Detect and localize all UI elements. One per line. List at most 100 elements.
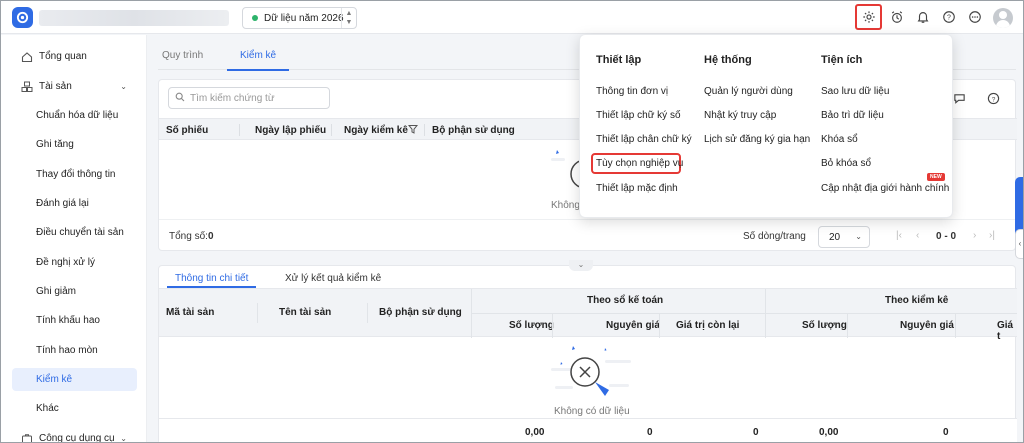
column-divider (424, 124, 425, 136)
column-divider (552, 313, 553, 338)
menu-maintenance[interactable]: Bảo trì dữ liệu (821, 110, 884, 121)
next-page-icon[interactable]: › (973, 230, 976, 241)
col-qty-check[interactable]: Số lượng (802, 320, 847, 331)
totals-row: 0,00 0 0 0,00 0 (159, 418, 1017, 442)
sidebar-item-tools[interactable]: Công cụ dụng cụ ⌄ (12, 427, 137, 442)
last-page-icon[interactable]: ›| (989, 230, 995, 241)
menu-digital-signature[interactable]: Thiết lập chữ ký số (596, 110, 681, 121)
svg-text:?: ? (947, 15, 951, 22)
page-range: 0 - 0 (936, 231, 957, 242)
chevron-down-icon: ⌄ (855, 232, 862, 241)
sidebar-item-change-info[interactable]: Thay đổi thông tin (12, 163, 137, 186)
app-logo[interactable] (12, 7, 33, 28)
chevron-up-icon: ⌄ (120, 82, 127, 91)
year-selector[interactable]: Dữ liệu năm 2026 ▲ ▼ (242, 7, 357, 29)
sidebar: Tổng quan Tài sản ⌄ Chuẩn hóa dữ liệu Gh… (1, 35, 147, 442)
sidebar-item-label: Đánh giá lại (36, 198, 89, 209)
first-page-icon[interactable]: |‹ (896, 230, 902, 241)
search-input[interactable]: Tìm kiếm chứng từ (168, 87, 330, 109)
menu-unit-info[interactable]: Thông tin đơn vị (596, 86, 668, 97)
menu-lock-books[interactable]: Khóa sổ (821, 134, 858, 145)
year-stepper-icon[interactable]: ▲ ▼ (341, 8, 356, 28)
col-department[interactable]: Bộ phận sử dụng (379, 307, 462, 318)
total-value: 0 (208, 231, 214, 242)
tab-detail-info[interactable]: Thông tin chi tiết (167, 270, 257, 288)
menu-signature-footer[interactable]: Thiết lập chân chữ ký (596, 134, 692, 145)
col-qty[interactable]: Số lượng (509, 320, 554, 331)
svg-text:?: ? (991, 96, 995, 103)
sidebar-item-revaluation[interactable]: Đánh giá lại (12, 192, 137, 215)
home-icon (20, 50, 34, 64)
total-label: Tổng số: (169, 231, 208, 242)
sidebar-item-amortization[interactable]: Tính hao mòn (12, 339, 137, 362)
collapse-chevron-icon[interactable]: ⌄ (569, 260, 593, 271)
tools-icon (20, 432, 34, 442)
active-tab-indicator (227, 69, 289, 71)
list-footer: Tổng số: 0 Số dòng/trang 20 ⌄ |‹ ‹ 0 - 0… (159, 219, 1017, 251)
sidebar-item-label: Thay đổi thông tin (36, 169, 116, 180)
col-remaining-value[interactable]: Giá trị còn lại (676, 320, 739, 331)
more-icon[interactable] (965, 7, 985, 27)
app-window: Dữ liệu năm 2026 ▲ ▼ ? Tổng quan Tài sản … (0, 0, 1024, 443)
total-qty-check: 0,00 (819, 427, 839, 438)
detail-card: ⌄ Thông tin chi tiết Xử lý kết quả kiểm … (158, 260, 1017, 442)
group-by-book: Theo sổ kế toán (587, 295, 664, 306)
column-divider (659, 313, 660, 338)
menu-update-boundaries[interactable]: Cập nhật địa giới hành chính (821, 183, 949, 194)
tab-inventory-result[interactable]: Xử lý kết quả kiểm kê (277, 270, 389, 288)
menu-renewal-history[interactable]: Lịch sử đăng ký gia hạn (704, 134, 810, 145)
sidebar-item-transfer[interactable]: Điều chuyển tài sản (12, 221, 137, 244)
heading-utilities: Tiện ích (821, 54, 863, 66)
col-department[interactable]: Bộ phận sử dụng (432, 125, 515, 136)
boxes-icon (20, 80, 34, 94)
col-remaining-check[interactable]: Giá t (997, 320, 1017, 342)
status-dot (252, 15, 258, 21)
alarm-clock-icon[interactable] (887, 7, 907, 27)
sidebar-item-label: Chuẩn hóa dữ liệu (36, 110, 119, 121)
bell-icon[interactable] (913, 7, 933, 27)
sidebar-item-inventory[interactable]: Kiểm kê (12, 368, 137, 391)
prev-page-icon[interactable]: ‹ (916, 230, 919, 241)
help-icon[interactable]: ? (939, 7, 959, 27)
sidebar-item-other[interactable]: Khác (12, 397, 137, 420)
col-asset-code[interactable]: Mã tài sản (166, 307, 214, 318)
sidebar-item-overview[interactable]: Tổng quan (12, 45, 137, 68)
user-avatar[interactable] (993, 8, 1013, 28)
tab-inventory[interactable]: Kiểm kê (240, 50, 276, 61)
menu-default-settings[interactable]: Thiết lập mặc định (596, 183, 678, 194)
sidebar-item-label: Kiểm kê (36, 374, 73, 385)
menu-backup[interactable]: Sao lưu dữ liệu (821, 86, 889, 97)
menu-unlock-books[interactable]: Bỏ khóa sổ (821, 158, 871, 169)
menu-business-options[interactable]: Tùy chọn nghiệp vụ (596, 158, 683, 169)
heading-settings: Thiết lập (596, 54, 642, 66)
sidebar-item-label: Ghi tăng (36, 139, 74, 150)
column-divider (239, 124, 240, 136)
col-cost-check[interactable]: Nguyên giá (900, 320, 954, 331)
gear-icon[interactable] (859, 7, 879, 27)
col-created-date[interactable]: Ngày lập phiếu (255, 125, 326, 136)
filter-icon[interactable] (407, 124, 419, 137)
sidebar-item-disposal-request[interactable]: Đề nghị xử lý (12, 251, 137, 274)
sidebar-item-normalize[interactable]: Chuẩn hóa dữ liệu (12, 104, 137, 127)
col-cost[interactable]: Nguyên giá (606, 320, 660, 331)
rows-per-page-select[interactable]: 20 ⌄ (818, 226, 870, 248)
sidebar-item-assets[interactable]: Tài sản ⌄ (12, 75, 137, 98)
sidebar-item-label: Đề nghị xử lý (36, 257, 95, 268)
sidebar-item-increase[interactable]: Ghi tăng (12, 133, 137, 156)
col-check-date[interactable]: Ngày kiểm kê (344, 125, 408, 136)
chevron-left-icon[interactable]: ‹ (1015, 229, 1023, 259)
help-icon[interactable]: ? (983, 88, 1003, 108)
tab-process[interactable]: Quy trình (162, 50, 203, 61)
sidebar-item-decrease[interactable]: Ghi giảm (12, 280, 137, 303)
menu-access-log[interactable]: Nhật ký truy cập (704, 110, 776, 121)
col-asset-name[interactable]: Tên tài sản (279, 307, 331, 318)
menu-user-management[interactable]: Quản lý người dùng (704, 86, 793, 97)
col-voucher-no[interactable]: Số phiếu (166, 125, 208, 136)
sidebar-item-label: Tổng quan (39, 51, 87, 62)
rows-per-page-value: 20 (829, 232, 841, 243)
empty-illustration-icon (551, 346, 631, 396)
total-cost: 0 (647, 427, 653, 438)
sidebar-item-depreciation[interactable]: Tính khấu hao (12, 309, 137, 332)
sidebar-item-label: Khác (36, 403, 59, 414)
sidebar-item-label: Tính khấu hao (36, 315, 100, 326)
